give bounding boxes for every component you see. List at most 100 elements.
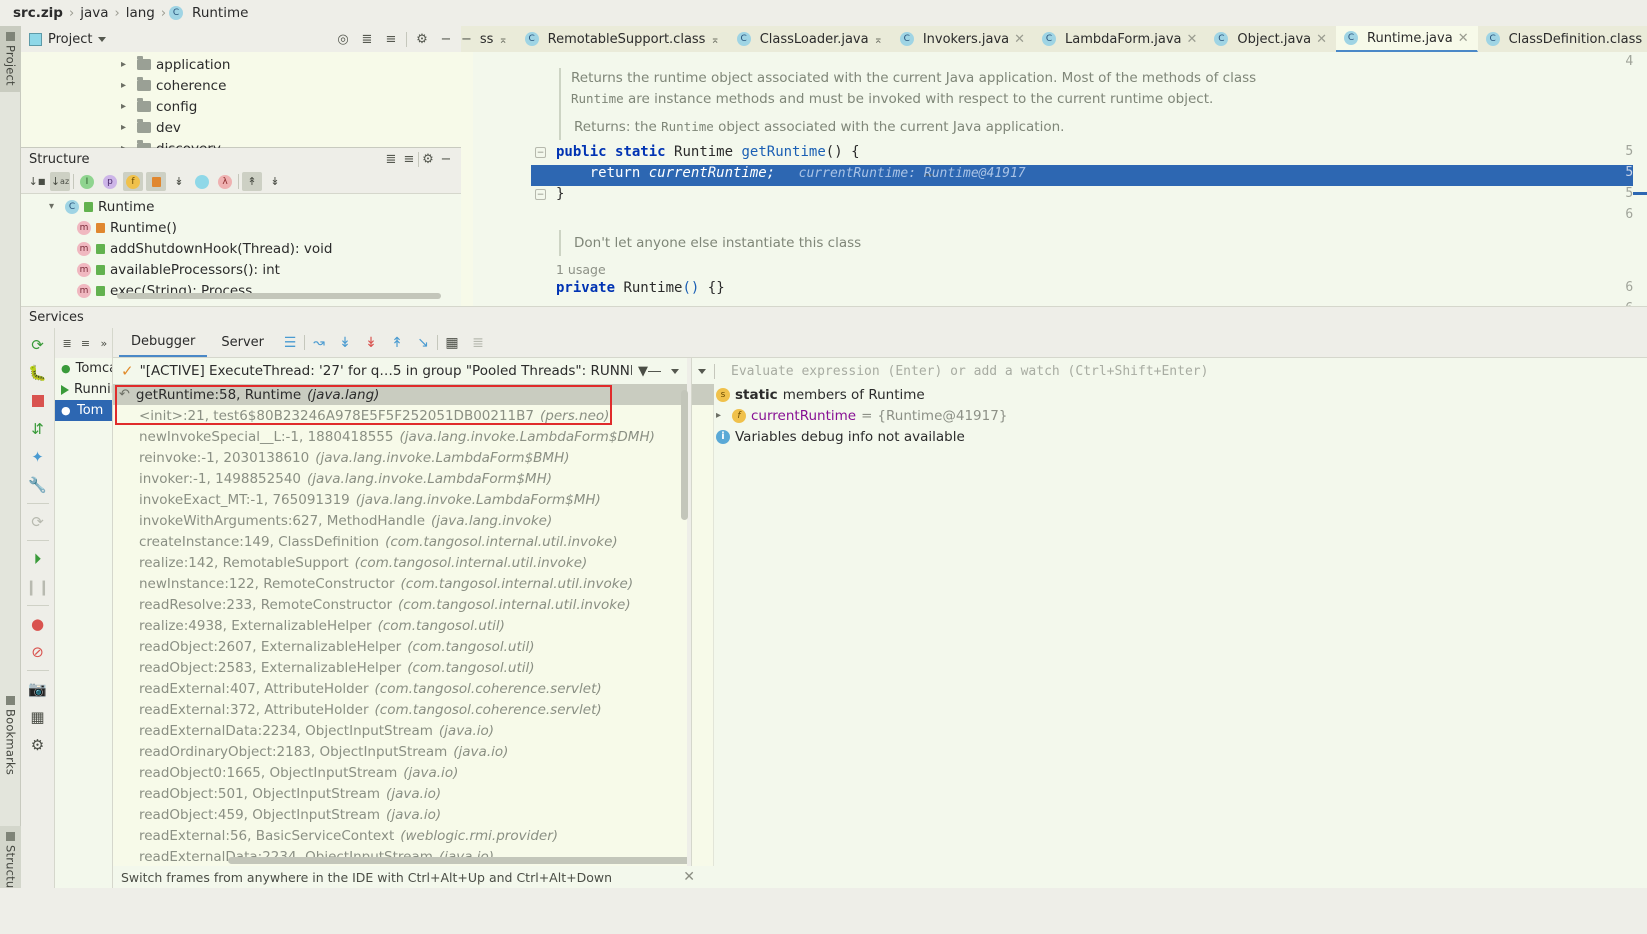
sort-by-visibility-icon[interactable]: ↓ ■ — [27, 172, 47, 191]
evaluate-expression-input[interactable]: Evaluate expression (Enter) or add a wat… — [723, 360, 1647, 382]
tree-item[interactable]: ▸ application — [21, 54, 461, 75]
thread-selector[interactable]: ✓ "[ACTIVE] ExecuteThread: '27' for q…5 … — [113, 358, 687, 384]
sort-alphabetically-icon[interactable]: ↓ az — [50, 172, 70, 191]
camera-icon[interactable]: 📷 — [24, 676, 52, 702]
services-run-configurations-list[interactable]: ≣ ≡ » ● Tomcat S Running ● Tom — [55, 328, 113, 934]
expand-all-icon[interactable]: ≣ — [382, 150, 400, 168]
tab-remotablesupport-class[interactable]: C RemotableSupport.class ⌅ — [517, 26, 729, 52]
gear-icon[interactable]: ⚙ — [413, 30, 431, 48]
tab-classloader-java[interactable]: C ClassLoader.java ⌅ — [729, 26, 892, 52]
fold-toggle-icon[interactable]: − — [535, 147, 546, 158]
resume-program-icon[interactable]: ⏵ — [24, 546, 52, 572]
breadcrumb-item-2[interactable]: lang — [123, 5, 158, 21]
table-row[interactable]: readExternal:56, BasicServiceContext (we… — [113, 825, 687, 846]
stop-icon[interactable] — [24, 388, 52, 414]
table-row[interactable]: readObject:2607, ExternalizableHelper (c… — [113, 636, 687, 657]
expand-all-icon[interactable]: ↟ — [242, 172, 262, 191]
variable-row-currentruntime[interactable]: ▸ f currentRuntime = {Runtime@41917} — [692, 405, 1647, 426]
tab-runtime-java[interactable]: C Runtime.java ✕ — [1336, 26, 1478, 52]
layout-icon[interactable]: ▦ — [24, 704, 52, 730]
force-step-into-icon[interactable]: ↡ — [359, 331, 383, 355]
table-row[interactable]: readOrdinaryObject:2183, ObjectInputStre… — [113, 741, 687, 762]
view-breakpoints-icon[interactable]: ● — [24, 611, 52, 637]
mute-breakpoints-icon[interactable]: ⊘ — [24, 639, 52, 665]
frames-list[interactable]: ↶ getRuntime:58, Runtime (java.lang) <in… — [113, 384, 687, 866]
chevron-right-icon[interactable]: ▸ — [121, 80, 132, 91]
table-row[interactable]: newInvokeSpecial__L:-1, 1880418555 (java… — [113, 426, 687, 447]
table-row[interactable]: readExternal:407, AttributeHolder (com.t… — [113, 678, 687, 699]
table-row[interactable]: readObject:501, ObjectInputStream (java.… — [113, 783, 687, 804]
table-row[interactable]: readObject:2583, ExternalizableHelper (c… — [113, 657, 687, 678]
step-into-icon[interactable]: ↡ — [333, 331, 357, 355]
settings-wrench-icon[interactable]: 🔧 — [24, 472, 52, 498]
variable-row-static-members[interactable]: ▾ s static members of Runtime — [692, 384, 1647, 405]
tab-debugger[interactable]: Debugger — [119, 328, 208, 357]
table-row[interactable]: createInstance:149, ClassDefinition (com… — [113, 531, 687, 552]
services-item-running[interactable]: Running — [55, 379, 112, 400]
run-to-cursor-icon[interactable]: ↘ — [411, 331, 435, 355]
redeploy-icon[interactable]: ⇵ — [24, 416, 52, 442]
dashboard-icon[interactable]: ✦ — [24, 444, 52, 470]
frames-vertical-scrollbar[interactable] — [681, 390, 688, 520]
pin-icon[interactable]: ⌅ — [874, 33, 883, 46]
editor-gutter[interactable] — [473, 52, 531, 306]
gear-dropdown-icon[interactable]: ⚙ — [24, 732, 52, 758]
chevron-right-icon[interactable]: ▸ — [716, 410, 727, 421]
close-icon[interactable]: ✕ — [1186, 32, 1197, 47]
collapse-all-icon[interactable]: ≡ — [77, 334, 93, 353]
editor-tab-truncated[interactable]: ss ⌅ — [472, 26, 517, 52]
show-anonymous-icon[interactable] — [192, 172, 212, 191]
show-properties-icon[interactable]: p — [100, 172, 120, 191]
step-over-icon[interactable]: ↝ — [307, 331, 331, 355]
table-row[interactable]: readObject:459, ObjectInputStream (java.… — [113, 804, 687, 825]
table-row[interactable]: <init>:21, test6$80B23246A978E5F5F252051… — [113, 405, 687, 426]
group-methods-icon[interactable]: ↡ — [169, 172, 189, 191]
evaluate-table-icon[interactable]: ▦ — [440, 331, 464, 355]
table-row[interactable]: readExternalData:2234, ObjectInputStream… — [113, 720, 687, 741]
services-tool-window-header[interactable]: Services — [21, 306, 1647, 328]
tab-server[interactable]: Server — [209, 328, 276, 357]
filter-icon[interactable]: ▼― — [638, 364, 665, 379]
tab-lambdaform-java[interactable]: C LambdaForm.java ✕ — [1034, 26, 1206, 52]
table-row[interactable]: readResolve:233, RemoteConstructor (com.… — [113, 594, 687, 615]
tab-object-java[interactable]: C Object.java ✕ — [1206, 26, 1336, 52]
breadcrumb-item-1[interactable]: java — [77, 5, 111, 21]
usage-count[interactable]: 1 usage — [556, 262, 606, 277]
editor-scroll-column[interactable] — [1633, 52, 1647, 306]
expand-all-icon[interactable]: ≣ — [358, 30, 376, 48]
tree-item[interactable]: ▸ coherence — [21, 75, 461, 96]
structure-hscrollbar[interactable] — [117, 293, 441, 299]
step-out-icon[interactable]: ↟ — [385, 331, 409, 355]
chevron-down-icon[interactable] — [671, 368, 679, 374]
minimize-icon[interactable]: − — [461, 26, 472, 52]
sidebar-item-project[interactable]: Project — [0, 26, 21, 92]
tab-classdefinition-class[interactable]: C ClassDefinition.class — [1478, 26, 1647, 52]
close-icon[interactable]: ✕ — [1316, 32, 1327, 47]
table-row[interactable]: invokeExact_MT:-1, 765091319 (java.lang.… — [113, 489, 687, 510]
pin-icon[interactable]: ⌅ — [710, 33, 719, 46]
table-row[interactable]: reinvoke:-1, 2030138610 (java.lang.invok… — [113, 447, 687, 468]
more-icon[interactable]: » — [96, 334, 112, 353]
collapse-all-icon[interactable]: ↡ — [265, 172, 285, 191]
settings-icon[interactable]: ≣ — [466, 331, 490, 355]
structure-item-constructor[interactable]: m Runtime() — [21, 217, 461, 238]
tree-item[interactable]: ▸ config — [21, 96, 461, 117]
tree-item[interactable]: ▸ dev — [21, 117, 461, 138]
table-row[interactable]: realize:4938, ExternalizableHelper (com.… — [113, 615, 687, 636]
chevron-down-icon[interactable] — [698, 368, 706, 374]
close-icon[interactable]: ✕ — [683, 869, 695, 885]
chevron-right-icon[interactable]: ▸ — [121, 101, 132, 112]
breadcrumb-item-3[interactable]: Runtime — [189, 5, 251, 21]
show-fields-icon[interactable]: f — [123, 172, 143, 191]
layout-settings-icon[interactable]: ☰ — [278, 331, 302, 355]
table-row[interactable]: realize:142, RemotableSupport (com.tango… — [113, 552, 687, 573]
show-lambdas-icon[interactable]: λ — [215, 172, 235, 191]
table-row[interactable]: invoker:-1, 1498852540 (java.lang.invoke… — [113, 468, 687, 489]
collapse-all-icon[interactable]: ≡ — [382, 30, 400, 48]
show-inherited-icon[interactable]: I — [77, 172, 97, 191]
debug-icon[interactable]: 🐛 — [24, 360, 52, 386]
structure-item-runtime[interactable]: ▾ C Runtime — [21, 196, 461, 217]
pin-icon[interactable]: ⌅ — [498, 33, 507, 46]
chevron-down-icon[interactable]: ▾ — [49, 201, 60, 212]
table-row[interactable]: invokeWithArguments:627, MethodHandle (j… — [113, 510, 687, 531]
